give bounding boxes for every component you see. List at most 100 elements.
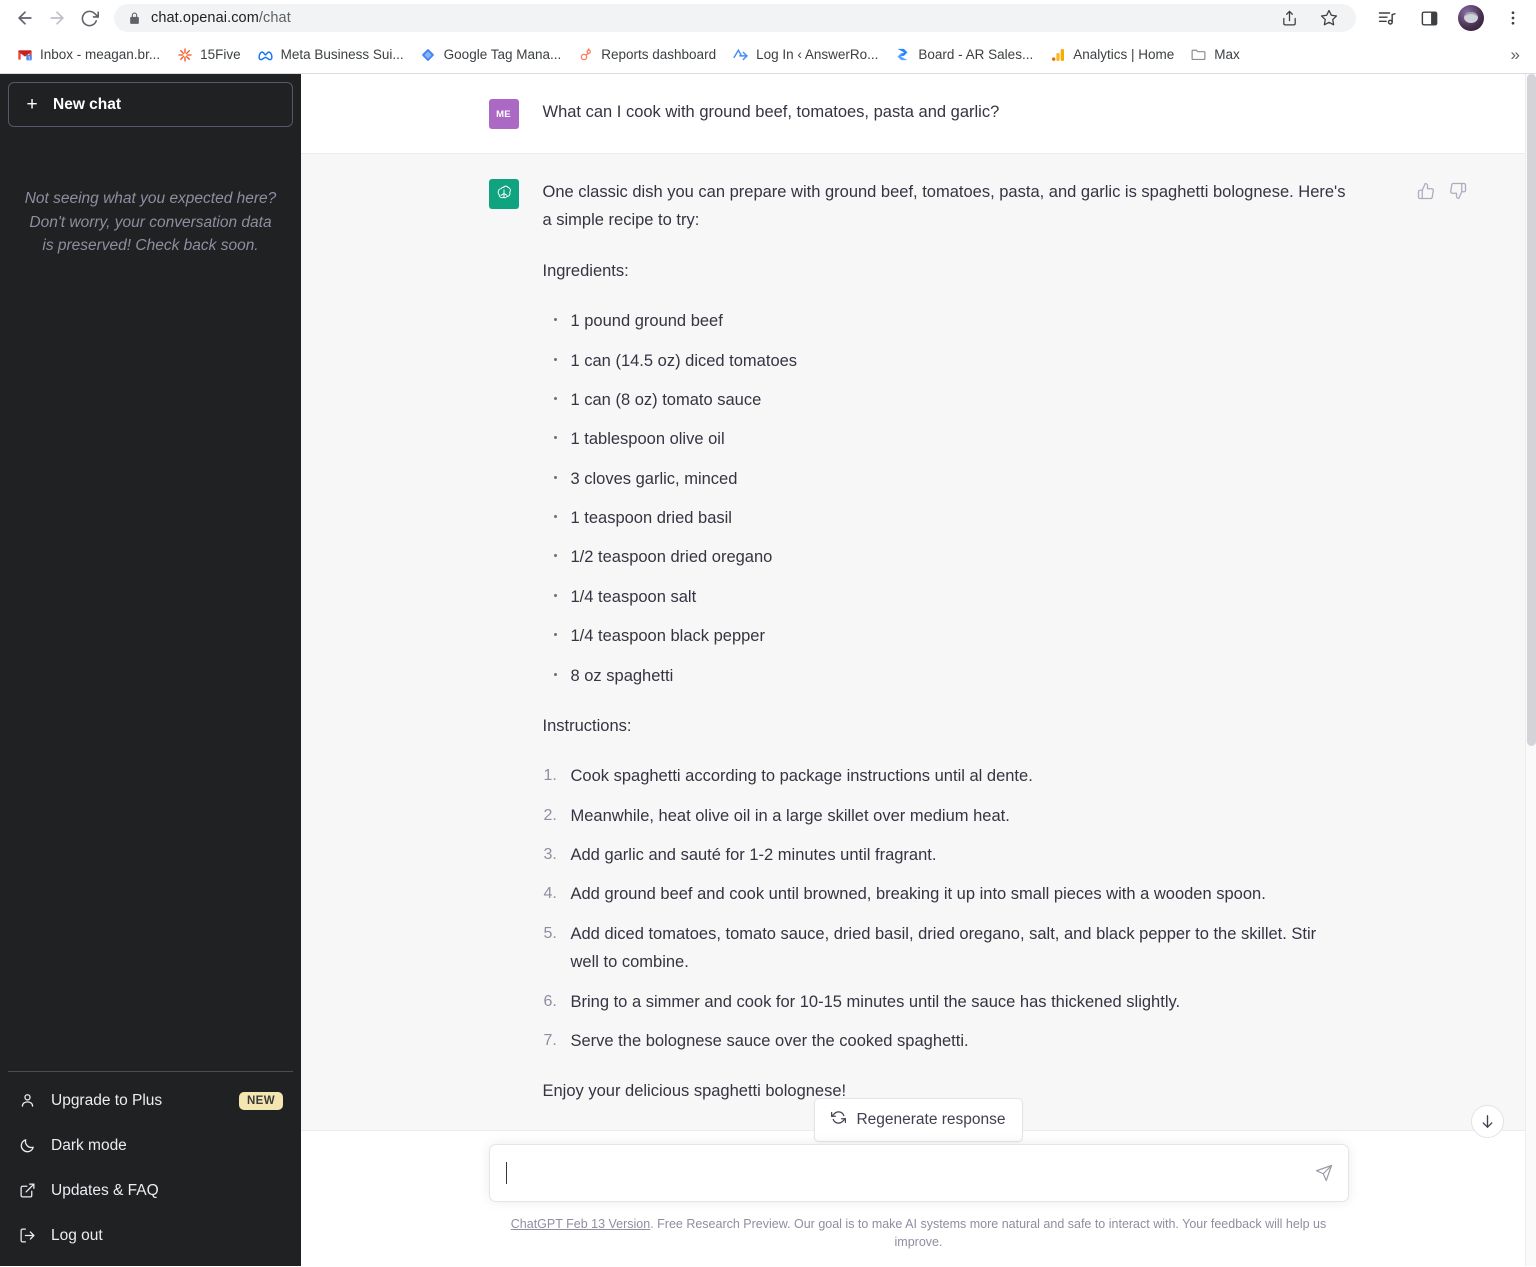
avatar: ME: [488, 99, 519, 129]
list-item: 1 can (8 oz) tomato sauce: [553, 386, 1349, 414]
thumbs-up-icon[interactable]: [1417, 182, 1435, 200]
chat-message-assistant: One classic dish you can prepare with gr…: [301, 153, 1536, 1131]
instructions-heading: Instructions:: [542, 716, 632, 735]
regenerate-label: Regenerate response: [856, 1110, 1006, 1128]
bookmark-item[interactable]: Board - AR Sales...: [886, 42, 1041, 67]
text-caret: [505, 1161, 507, 1184]
bookmark-label: 15Five: [200, 47, 241, 62]
list-item: 1 teaspoon dried basil: [553, 504, 1349, 532]
sidebar-empty-note: Not seeing what you expected here? Don't…: [24, 190, 277, 255]
sidebar-item-label: Dark mode: [51, 1136, 127, 1154]
list-item: 3 cloves garlic, minced: [553, 465, 1349, 493]
assistant-intro: One classic dish you can prepare with gr…: [542, 183, 1346, 230]
list-item: Add garlic and sauté for 1-2 minutes unt…: [544, 841, 937, 869]
folder-icon: [1190, 46, 1207, 63]
answerrocket-icon: [732, 46, 749, 63]
share-icon[interactable]: [1276, 5, 1302, 31]
url-host: chat.openai.com: [151, 10, 259, 26]
bookmark-item[interactable]: Max: [1182, 42, 1248, 67]
browser-toolbar: chat.openai.com/chat: [0, 0, 1536, 36]
sidebar: + New chat Not seeing what you expected …: [0, 74, 301, 1266]
hubspot-icon: [577, 46, 594, 63]
scroll-to-bottom-button[interactable]: [1471, 1105, 1504, 1138]
browser-chrome: chat.openai.com/chat 3 Inbox - meagan.br…: [0, 0, 1536, 74]
logout-icon: [18, 1226, 37, 1245]
three-dot-menu-icon[interactable]: [1500, 5, 1526, 31]
user-message-paragraph: What can I cook with ground beef, tomato…: [542, 103, 1000, 121]
profile-avatar-icon[interactable]: [1458, 5, 1484, 31]
address-bar[interactable]: chat.openai.com/chat: [114, 4, 1356, 32]
chat-thread: ME What can I cook with ground beef, tom…: [301, 74, 1536, 1144]
bookmark-item[interactable]: Google Tag Mana...: [412, 42, 570, 67]
bookmark-label: Reports dashboard: [601, 47, 717, 62]
chat-main: ME What can I cook with ground beef, tom…: [301, 74, 1536, 1266]
composer-inner: ChatGPT Feb 13 Version. Free Research Pr…: [469, 1143, 1369, 1253]
bookmark-label: Analytics | Home: [1073, 47, 1175, 62]
ingredients-heading: Ingredients:: [542, 261, 629, 280]
regenerate-response-button[interactable]: Regenerate response: [814, 1097, 1023, 1142]
feedback-buttons: [1417, 182, 1467, 200]
new-chat-label: New chat: [53, 95, 122, 113]
media-list-icon[interactable]: [1374, 5, 1400, 31]
bookmark-label: Google Tag Mana...: [443, 47, 562, 62]
url-text: chat.openai.com/chat: [151, 10, 291, 26]
sidebar-item-label: Updates & FAQ: [51, 1181, 159, 1199]
list-item: 1 pound ground beef: [553, 307, 1349, 335]
page-body: + New chat Not seeing what you expected …: [0, 74, 1536, 1266]
thumbs-down-icon[interactable]: [1449, 182, 1467, 200]
bookmarks-bar: 3 Inbox - meagan.br... 15Five Meta Busin…: [0, 36, 1536, 74]
sidebar-item-log-out[interactable]: Log out: [8, 1213, 293, 1258]
assistant-message-text: One classic dish you can prepare with gr…: [543, 178, 1349, 1106]
list-item: 1/2 teaspoon dried oregano: [553, 543, 1349, 571]
sidebar-item-dark-mode[interactable]: Dark mode: [8, 1123, 293, 1168]
openai-logo-icon: [488, 179, 519, 209]
bookmark-item[interactable]: Log In ‹ AnswerRo...: [724, 42, 886, 67]
back-arrow-icon[interactable]: [10, 3, 40, 33]
meta-icon: [257, 46, 274, 63]
scrollbar-thumb[interactable]: [1527, 74, 1536, 746]
bookmark-item[interactable]: Meta Business Sui...: [249, 42, 412, 67]
bookmark-item[interactable]: Analytics | Home: [1041, 42, 1182, 67]
reload-icon[interactable]: [74, 3, 104, 33]
forward-arrow-icon[interactable]: [42, 3, 72, 33]
new-chat-button[interactable]: + New chat: [8, 82, 293, 127]
ingredients-list: 1 pound ground beef 1 can (14.5 oz) dice…: [543, 307, 1349, 690]
page-scrollbar[interactable]: [1525, 74, 1536, 1266]
gmail-icon: 3: [16, 46, 33, 63]
list-item: Bring to a simmer and cook for 10-15 min…: [544, 988, 1181, 1016]
bookmark-item[interactable]: Reports dashboard: [569, 42, 724, 67]
chat-message-user: ME What can I cook with ground beef, tom…: [301, 74, 1536, 153]
bookmark-item[interactable]: 3 Inbox - meagan.br...: [8, 42, 168, 67]
sidebar-item-upgrade-to-plus[interactable]: Upgrade to Plus NEW: [8, 1078, 293, 1123]
sidebar-item-label: Upgrade to Plus: [51, 1091, 163, 1109]
star-icon[interactable]: [1316, 5, 1342, 31]
browser-right-icons: [1364, 5, 1526, 31]
fifteenfive-icon: [176, 46, 193, 63]
google-tag-manager-icon: [420, 46, 437, 63]
plus-icon: +: [26, 94, 38, 115]
svg-text:3: 3: [27, 55, 30, 60]
sidebar-item-updates-faq[interactable]: Updates & FAQ: [8, 1168, 293, 1213]
bookmark-label: Inbox - meagan.br...: [40, 47, 161, 62]
version-link[interactable]: ChatGPT Feb 13 Version: [511, 1217, 650, 1231]
bookmark-label: Board - AR Sales...: [918, 47, 1034, 62]
list-item: Serve the bolognese sauce over the cooke…: [544, 1027, 969, 1055]
list-item: 1/4 teaspoon black pepper: [553, 622, 1349, 650]
bookmarks-overflow-button[interactable]: »: [1505, 45, 1526, 65]
chat-input[interactable]: [488, 1143, 1349, 1202]
footer-rest-text: . Free Research Preview. Our goal is to …: [650, 1216, 1327, 1250]
send-icon[interactable]: [1312, 1161, 1336, 1185]
list-item: Add ground beef and cook until browned, …: [544, 880, 1266, 908]
jira-icon: [894, 46, 911, 63]
bookmark-label: Log In ‹ AnswerRo...: [756, 47, 879, 62]
refresh-icon: [831, 1110, 847, 1130]
list-item: Cook spaghetti according to package inst…: [544, 762, 1033, 790]
moon-icon: [18, 1136, 37, 1155]
list-item: Add diced tomatoes, tomato sauce, dried …: [544, 920, 1317, 972]
list-item: Meanwhile, heat olive oil in a large ski…: [544, 802, 1010, 830]
lock-icon: [128, 12, 141, 25]
side-panel-icon[interactable]: [1416, 5, 1442, 31]
bookmark-item[interactable]: 15Five: [168, 42, 249, 67]
list-item: 1/4 teaspoon salt: [553, 583, 1349, 611]
person-icon: [18, 1091, 37, 1110]
